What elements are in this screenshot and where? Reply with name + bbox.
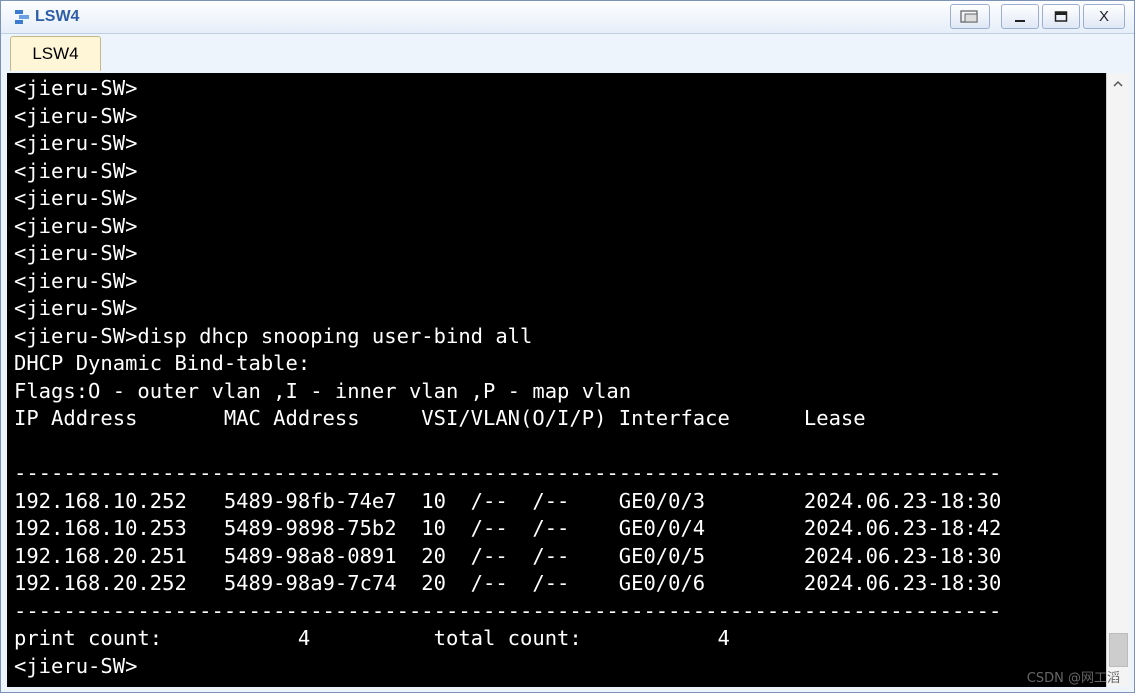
terminal-text: <jieru-SW> <jieru-SW> <jieru-SW> <jieru-SW>…: [14, 75, 1001, 680]
scrollbar-thumb[interactable]: [1109, 633, 1128, 667]
scroll-up-button[interactable]: [1107, 73, 1129, 95]
terminal-line: 192.168.10.253 5489-9898-75b2 10 /-- /--…: [14, 516, 1002, 540]
terminal-line: <jieru-SW>: [14, 103, 138, 128]
terminal-line: 192.168.10.252 5489-98fb-74e7 10 /-- /--…: [14, 488, 1002, 513]
restore-icon: [960, 9, 978, 23]
tab-label: LSW4: [32, 44, 79, 63]
terminal-line: <jieru-SW>: [14, 213, 138, 238]
terminal-line: print count: 4 total count: 4: [14, 626, 730, 650]
terminal-line: Flags:O - outer vlan ,I - inner vlan ,P …: [14, 378, 632, 403]
minimize-button[interactable]: [1001, 4, 1039, 29]
restore-button[interactable]: [950, 4, 990, 29]
terminal-line: <jieru-SW>: [14, 268, 138, 293]
terminal-window: LSW4 X LSW4 <jieru-SW> <jieru-SW> <jieru…: [0, 0, 1135, 693]
terminal-line: <jieru-SW>: [14, 296, 138, 320]
terminal-line: <jieru-SW>disp dhcp snooping user-bind a…: [14, 323, 533, 348]
terminal-line: <jieru-SW>: [14, 76, 138, 100]
terminal-line: 192.168.20.251 5489-98a8-0891 20 /-- /--…: [14, 543, 1002, 568]
terminal-line: IP Address MAC Address VSI/VLAN(O/I/P) I…: [14, 406, 866, 430]
switch-app-icon: [15, 10, 29, 24]
terminal-line: DHCP Dynamic Bind-table:: [14, 351, 311, 375]
terminal-line: <jieru-SW>: [14, 186, 138, 210]
close-icon: X: [1098, 8, 1109, 25]
tab-lsw4[interactable]: LSW4: [10, 36, 101, 71]
minimize-icon: [1015, 19, 1025, 22]
title-bar[interactable]: LSW4 X: [1, 1, 1134, 34]
maximize-icon: [1054, 10, 1068, 22]
vertical-scrollbar[interactable]: [1106, 73, 1129, 687]
maximize-button[interactable]: [1042, 4, 1080, 29]
watermark: CSDN @网工滔: [1026, 671, 1120, 686]
terminal-line: <jieru-SW>: [14, 131, 138, 155]
tab-strip: LSW4: [1, 34, 1134, 72]
terminal-line: 192.168.20.252 5489-98a9-7c74 20 /-- /--…: [14, 571, 1002, 595]
terminal-line: ----------------------------------------…: [14, 461, 1002, 485]
terminal-line: <jieru-SW>: [14, 158, 138, 183]
terminal-output[interactable]: <jieru-SW> <jieru-SW> <jieru-SW> <jieru-SW>…: [7, 73, 1106, 687]
window-title: LSW4: [35, 8, 80, 25]
terminal-line: <jieru-SW>: [14, 241, 138, 265]
terminal-line: ----------------------------------------…: [14, 598, 1002, 623]
terminal-line: <jieru-SW>: [14, 653, 138, 678]
chevron-up-icon: [1113, 80, 1123, 87]
close-button[interactable]: X: [1083, 4, 1125, 29]
